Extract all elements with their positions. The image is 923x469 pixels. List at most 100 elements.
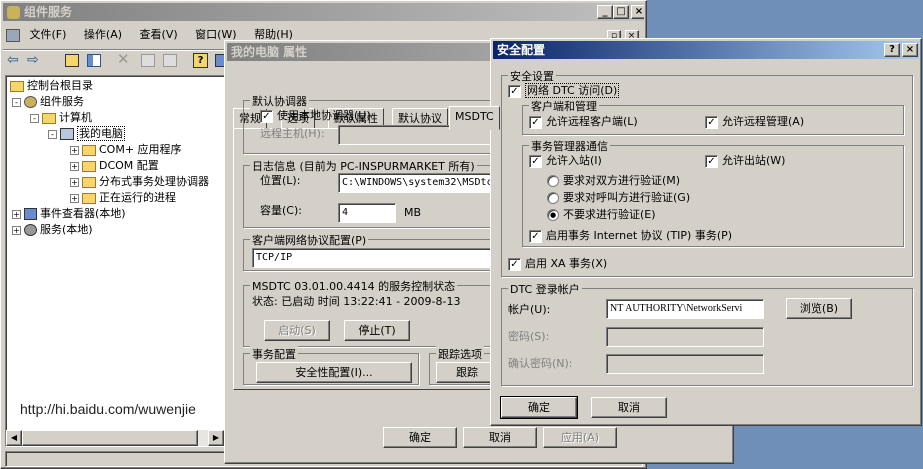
group-label: 事务管理器通信 [529, 138, 610, 154]
client-protocol-field[interactable]: TCP/IP [252, 248, 502, 268]
network-dtc-access-checkbox[interactable]: ✓ 网络 DTC 访问(D) [508, 83, 620, 99]
trace-options-group: 跟踪选项 跟踪 [429, 346, 499, 385]
use-local-coordinator-checkbox[interactable]: ✓ 使用本地协调器(U) [260, 108, 371, 124]
radio-label: 要求对呼叫方进行验证(G) [563, 191, 691, 204]
collapse-icon[interactable]: - [12, 97, 21, 107]
close-button[interactable]: × [631, 5, 644, 19]
tree-item-label: 组件服务 [40, 95, 84, 108]
no-auth-radio[interactable]: ● 不要求进行验证(E) [547, 207, 656, 223]
event-viewer-icon [24, 208, 37, 220]
minimize-button[interactable]: _ [597, 5, 613, 19]
enable-xa-checkbox[interactable]: ✓ 启用 XA 事务(X) [508, 256, 607, 272]
tab-label: MSDTC [455, 110, 494, 123]
security-titlebar[interactable]: 安全配置 ? × [493, 41, 919, 59]
properties-title: 我的电脑 属性 [231, 45, 308, 59]
folder-icon [10, 80, 24, 92]
group-label: 安全设置 [508, 68, 556, 84]
props-apply-button[interactable]: 应用(A) [543, 427, 617, 448]
allow-outbound-checkbox[interactable]: ✓ 允许出站(W) [705, 153, 785, 169]
tree-item-running-processes[interactable]: + 正在运行的进程 [70, 190, 176, 206]
folder-icon [42, 112, 56, 124]
close-button[interactable]: × [902, 43, 918, 57]
tree-item-event-viewer[interactable]: + 事件查看器(本地) [12, 206, 126, 222]
log-info-group: 日志信息 (目前为 PC-INSPURMARKET 所有) 位置(L): C:\… [243, 158, 503, 228]
menu-action[interactable]: 操作(A) [84, 28, 122, 41]
security-config-button[interactable]: 安全性配置(I)... [256, 362, 412, 383]
props-ok-button[interactable]: 确定 [383, 427, 457, 448]
tree-pane[interactable]: 控制台根目录 - 组件服务 - 计算机 - 我的电脑 + COM+ 应用程序 + DCOM… [5, 75, 227, 447]
main-titlebar[interactable]: 组件服务 _ □ × [3, 3, 644, 21]
console-icon[interactable] [6, 28, 20, 42]
tree-item-computers[interactable]: - 计算机 [30, 110, 92, 126]
maximize-button[interactable]: □ [613, 5, 629, 19]
group-label: 默认协调器 [250, 93, 309, 109]
confirm-password-label: 确认密码(N): [508, 357, 573, 370]
group-label: 跟踪选项 [436, 346, 484, 362]
tree-item-dcom-config[interactable]: + DCOM 配置 [70, 158, 159, 174]
scroll-thumb[interactable] [22, 430, 198, 446]
security-ok-button[interactable]: 确定 [500, 396, 578, 419]
tree-item-services[interactable]: + 服务(本地) [12, 222, 93, 238]
start-service-button[interactable]: 启动(S) [264, 320, 330, 341]
transaction-config-group: 事务配置 安全性配置(I)... [243, 346, 419, 385]
tree-item-label: 分布式事务处理协调器 [99, 175, 209, 188]
stop-service-button[interactable]: 停止(T) [344, 320, 410, 341]
checkbox-label: 允许远程管理(A) [722, 115, 805, 128]
menu-view[interactable]: 查看(V) [140, 28, 178, 41]
delete-icon[interactable]: ✕ [117, 50, 130, 68]
export-icon[interactable] [163, 54, 177, 67]
allow-remote-clients-checkbox[interactable]: ✓ 允许远程客户端(L) [529, 114, 638, 130]
security-config-dialog: 安全配置 ? × 安全设置 ✓ 网络 DTC 访问(D) 客户端和管理 ✓ 允许远程… [490, 38, 922, 426]
expand-icon[interactable]: + [70, 193, 79, 203]
group-label: 客户端和管理 [529, 98, 599, 114]
collapse-icon[interactable]: - [30, 113, 39, 123]
radio-label: 要求对双方进行验证(M) [563, 174, 681, 187]
security-cancel-button[interactable]: 取消 [591, 397, 667, 418]
tab-msdtc[interactable]: MSDTC [449, 106, 500, 130]
tree-item-label: 控制台根目录 [27, 79, 93, 92]
trace-button[interactable]: 跟踪 [436, 362, 498, 383]
help-button[interactable]: ? [884, 43, 900, 57]
props-cancel-button[interactable]: 取消 [463, 427, 537, 448]
expand-icon[interactable]: + [12, 209, 21, 219]
enable-tip-checkbox[interactable]: ✓ 启用事务 Internet 协议 (TIP) 事务(P) [529, 228, 732, 244]
expand-icon[interactable]: + [12, 225, 21, 235]
check-icon: ✓ [705, 115, 718, 129]
tree-item-com-apps[interactable]: + COM+ 应用程序 [70, 142, 182, 158]
security-settings-group: 安全设置 ✓ 网络 DTC 访问(D) 客户端和管理 ✓ 允许远程客户端(L) ✓ 允… [501, 68, 913, 277]
checkbox-label: 启用事务 Internet 协议 (TIP) 事务(P) [546, 229, 733, 242]
browse-button[interactable]: 浏览(B) [786, 298, 852, 319]
log-location-field[interactable]: C:\WINDOWS\system32\MSDtc [338, 173, 502, 193]
log-size-unit: MB [404, 206, 422, 219]
mutual-auth-radio[interactable]: 要求对双方进行验证(M) [547, 173, 680, 189]
tree-item-dtc[interactable]: + 分布式事务处理协调器 [70, 174, 209, 190]
allow-inbound-checkbox[interactable]: ✓ 允许入站(I) [529, 153, 602, 169]
expand-icon[interactable]: + [70, 177, 79, 187]
up-folder-icon[interactable] [65, 54, 79, 67]
help-icon[interactable]: ? [193, 53, 208, 68]
tree-item-my-computer[interactable]: - 我的电脑 [48, 126, 125, 142]
forward-arrow-icon[interactable]: ⇨ [27, 52, 39, 68]
account-field[interactable]: NT AUTHORITY\NetworkServi [606, 299, 764, 319]
properties-icon[interactable] [141, 54, 155, 67]
tree-item-component-services[interactable]: - 组件服务 [12, 94, 84, 110]
allow-remote-admin-checkbox[interactable]: ✓ 允许远程管理(A) [705, 114, 804, 130]
menu-file[interactable]: 文件(F) [30, 28, 67, 41]
horizontal-scrollbar[interactable]: ◀ ▶ [6, 430, 224, 446]
checkbox-label: 启用 XA 事务(X) [525, 257, 608, 270]
tree-item-label: 正在运行的进程 [99, 191, 176, 204]
component-services-icon [24, 96, 37, 108]
caller-auth-radio[interactable]: 要求对呼叫方进行验证(G) [547, 190, 690, 206]
password-field[interactable] [606, 327, 764, 347]
expand-icon[interactable]: + [70, 145, 79, 155]
expand-icon[interactable]: + [70, 161, 79, 171]
back-arrow-icon[interactable]: ⇦ [7, 52, 19, 68]
confirm-password-field[interactable] [606, 354, 764, 374]
check-icon: ✓ [260, 109, 273, 123]
tree-item-console-root[interactable]: 控制台根目录 [10, 78, 93, 94]
collapse-icon[interactable]: - [48, 129, 57, 139]
show-tree-icon[interactable] [87, 54, 101, 67]
log-size-field[interactable]: 4 [338, 203, 396, 223]
scroll-left-button[interactable]: ◀ [6, 430, 22, 446]
scroll-right-button[interactable]: ▶ [208, 430, 224, 446]
